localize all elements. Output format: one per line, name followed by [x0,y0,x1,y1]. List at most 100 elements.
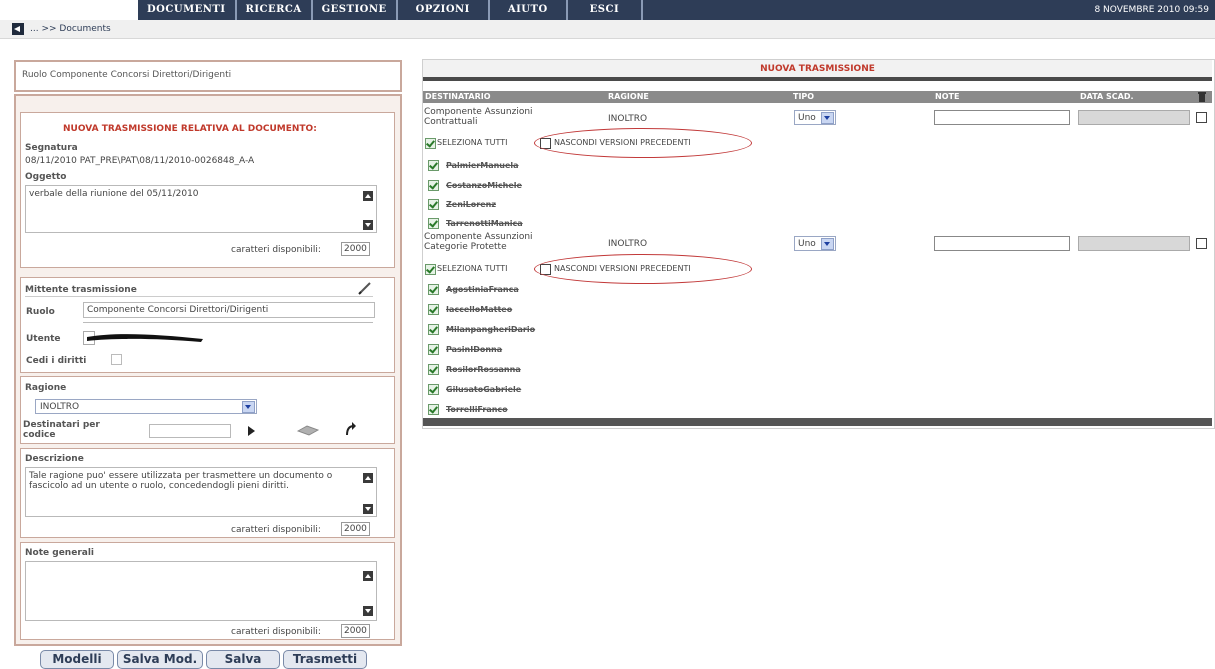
user-checkbox[interactable] [428,160,439,171]
ragione-select[interactable]: INOLTRO [35,399,257,414]
note-chars-label: caratteri disponibili: [231,627,321,637]
user-checkbox[interactable] [428,364,439,375]
undo-icon[interactable] [343,421,357,437]
segnatura-value: 08/11/2010 PAT_PRE\PAT\08/11/2010-002684… [25,156,255,166]
breadcrumb[interactable]: ... >> Documents [30,24,111,34]
note-input[interactable] [934,236,1070,251]
pencil-icon[interactable] [358,281,372,295]
play-icon[interactable] [248,426,255,436]
divider [25,296,373,297]
note-textarea[interactable] [25,561,377,621]
user-checkbox[interactable] [428,384,439,395]
cedi-label: Cedi i diritti [26,356,87,366]
segnatura-label: Segnatura [25,143,78,153]
user-name: PalmierManuela [446,161,519,170]
dest-name-line1: Componente Assunzioni [424,107,533,117]
modelli-button[interactable]: Modelli [40,650,114,669]
user-name: ZeniLorenz [446,200,496,209]
destinatari-label: Destinatari per [23,420,100,430]
descrizione-chars-counter: 2000 [341,522,370,536]
table-title: NUOVA TRASMISSIONE [423,60,1212,81]
user-name: RosilorRossanna [446,365,521,374]
menu-documenti[interactable]: DOCUMENTI [138,0,237,20]
user-name: AgostiniaFranca [446,285,519,294]
col-data-scad: DATA SCAD. [1080,92,1134,101]
user-name: PasinIDonna [446,345,503,354]
general-notes-panel: Note generali caratteri disponibili: 200… [20,542,395,640]
menu-aiuto[interactable]: AIUTO [490,0,568,20]
role-text: Ruolo Componente Concorsi Direttori/Diri… [22,70,232,80]
oggetto-text: verbale della riunione del 05/11/2010 [29,189,199,199]
chevron-down-icon [821,238,834,250]
oggetto-textarea[interactable]: verbale della riunione del 05/11/2010 [25,185,377,233]
descrizione-text: Tale ragione puo' essere utilizzata per … [29,471,333,491]
address-book-icon[interactable] [297,422,319,436]
user-checkbox[interactable] [428,404,439,415]
user-checkbox[interactable] [428,199,439,210]
breadcrumb-bar [0,20,1215,39]
transmit-button[interactable]: Trasmetti [283,650,367,669]
menu-gestione[interactable]: GESTIONE [313,0,398,20]
date-input[interactable] [1078,236,1190,251]
user-name: GilusatoGabriele [446,385,522,394]
save-button[interactable]: Salva [206,650,280,669]
descrizione-textarea[interactable]: Tale ragione puo' essere utilizzata per … [25,467,377,517]
col-destinatario: DESTINATARIO [425,92,491,101]
oggetto-label: Oggetto [25,172,67,182]
ragione-label: Ragione [25,383,67,393]
user-checkbox[interactable] [428,218,439,229]
sender-panel: Mittente trasmissione Ruolo Componente C… [20,277,395,373]
ruolo-value: Componente Concorsi Direttori/Dirigenti [87,305,269,315]
user-checkbox[interactable] [428,180,439,191]
scroll-down-icon[interactable] [363,606,373,616]
destinatari-code-input[interactable] [149,424,231,438]
user-name: IaccelloMatteo [446,305,513,314]
dest-name-line2: Contrattuali [424,117,478,127]
note-label: Note generali [25,548,94,558]
user-name: TorrelliFranco [446,405,508,414]
tipo-select[interactable]: Uno [794,110,836,125]
ragione-cell: INOLTRO [608,239,648,249]
scroll-down-icon[interactable] [363,504,373,514]
menu-esci[interactable]: ESCI [568,0,644,20]
ragione-cell: INOLTRO [608,114,648,124]
user-checkbox[interactable] [428,304,439,315]
user-checkbox[interactable] [428,344,439,355]
tipo-select[interactable]: Uno [794,236,836,251]
divider [83,322,373,323]
highlight-ellipse [534,254,752,284]
highlight-ellipse [534,128,752,158]
scroll-down-icon[interactable] [363,220,373,230]
save-model-button[interactable]: Salva Mod. [117,650,203,669]
dest-name-line1: Componente Assunzioni [424,232,533,242]
scroll-up-icon[interactable] [363,571,373,581]
role-panel: Ruolo Componente Concorsi Direttori/Diri… [14,60,402,92]
note-input[interactable] [934,110,1070,125]
row-checkbox[interactable] [1196,238,1207,249]
user-name: MilanpangheriDario [446,325,536,334]
back-arrow-icon[interactable] [12,23,24,35]
select-all-checkbox[interactable] [425,138,436,149]
date-input[interactable] [1078,110,1190,125]
scroll-up-icon[interactable] [363,473,373,483]
user-checkbox[interactable] [428,324,439,335]
trash-icon[interactable] [1197,91,1207,103]
chevron-down-icon [821,112,834,124]
redaction-mark [87,334,203,342]
user-name: TarrenottiManica [446,219,523,228]
row-checkbox[interactable] [1196,112,1207,123]
user-checkbox[interactable] [428,284,439,295]
descrizione-label: Descrizione [25,454,84,464]
current-date: 8 NOVEMBRE 2010 09:59 [1094,5,1209,15]
ragione-value: INOLTRO [40,402,80,412]
ruolo-field[interactable]: Componente Concorsi Direttori/Dirigenti [83,302,375,318]
menu-opzioni[interactable]: OPZIONI [398,0,490,20]
table-footer [423,418,1212,426]
tipo-value: Uno [798,239,816,249]
cedi-checkbox[interactable] [111,354,122,365]
mittente-label: Mittente trasmissione [25,285,137,295]
scroll-up-icon[interactable] [363,191,373,201]
chevron-down-icon [242,401,255,413]
select-all-checkbox[interactable] [425,264,436,275]
menu-ricerca[interactable]: RICERCA [237,0,313,20]
